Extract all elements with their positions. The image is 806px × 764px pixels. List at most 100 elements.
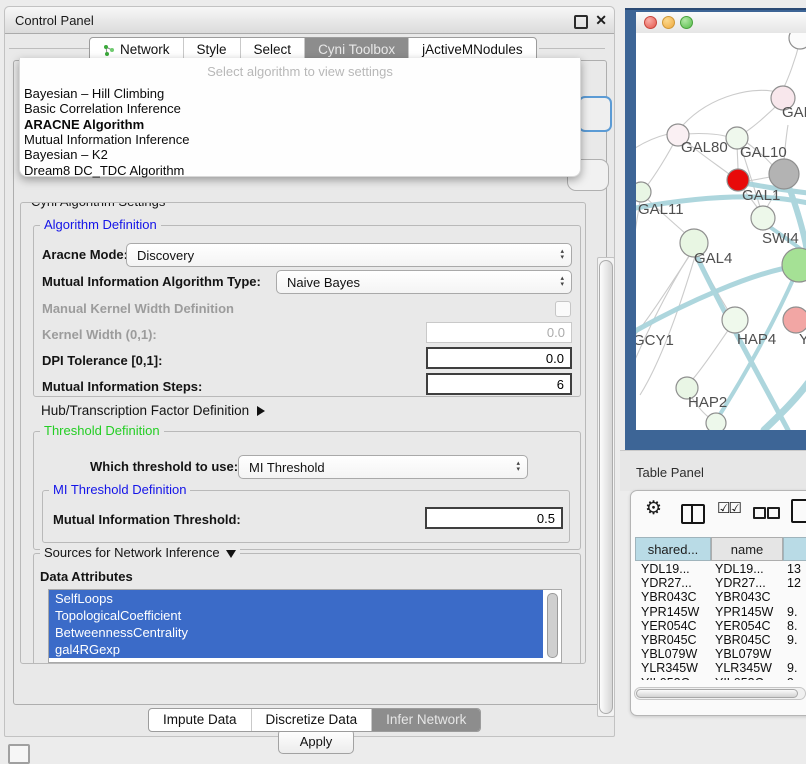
network-node-labels: GAL GAL80 GAL10 GAL1 GAL11 SWI4 GAL4 GCY… (636, 104, 806, 411)
kernel-width-field[interactable]: 0.0 (426, 322, 572, 343)
table-row[interactable]: YER054CYER054C8. (635, 619, 806, 633)
table-row[interactable]: YPR145WYPR145W9. (635, 605, 806, 619)
list-item[interactable]: gal4RGexp (49, 641, 543, 658)
close-traffic-light[interactable] (644, 16, 657, 29)
node-label: Y (799, 331, 806, 348)
manual-kernel-checkbox[interactable] (555, 301, 571, 317)
table-horizontal-scrollbar[interactable] (634, 687, 806, 700)
collapse-arrow-icon (226, 550, 236, 558)
settings-scrollbar[interactable] (597, 257, 615, 717)
hub-factor-expander[interactable]: Hub/Transcription Factor Definition (41, 403, 265, 418)
which-threshold-select[interactable]: MI Threshold ▴▾ (238, 455, 528, 479)
node-label: HAP4 (737, 331, 776, 348)
control-panel-window: Control Panel ✕ Network Style Select Cyn… (4, 6, 615, 737)
mi-steps-label: Mutual Information Steps: (42, 379, 202, 394)
table-row[interactable]: YDL19...YDL19...13 (635, 562, 806, 576)
new-table-icon[interactable] (791, 499, 806, 523)
list-item[interactable]: SelfLoops (49, 590, 543, 607)
network-graph: GAL GAL80 GAL10 GAL1 GAL11 SWI4 GAL4 GCY… (636, 33, 806, 430)
deselect-all-icon[interactable] (767, 507, 780, 519)
network-node[interactable] (789, 33, 806, 49)
mi-threshold-label: Mutual Information Threshold: (53, 512, 241, 527)
table-row[interactable]: YLR345WYLR345W9. (635, 661, 806, 675)
mi-type-select[interactable]: Naive Bayes ▴▾ (276, 270, 572, 294)
algorithm-dropdown-popup: Select algorithm to view settings Bayesi… (19, 58, 581, 177)
tabbar-right-line (539, 48, 605, 49)
cyni-bottom-tabbar: Impute Data Discretize Data Infer Networ… (148, 708, 481, 732)
expander-arrow-icon (257, 406, 265, 416)
obscured-combo-fragment (578, 96, 612, 132)
data-attributes-list: SelfLoops TopologicalCoefficient Between… (48, 589, 562, 663)
network-tab-icon (103, 44, 115, 56)
node-label: GAL1 (742, 187, 780, 204)
algorithm-definition-group: Algorithm Definition Aracne Mode: Discov… (33, 225, 581, 397)
dropdown-prompt: Select algorithm to view settings (20, 64, 580, 79)
node-label: GAL10 (740, 144, 787, 161)
table-panel-window: ⚙ ☑☑ shared... name YDL19...YDL19...13 Y… (630, 490, 806, 716)
dropdown-item[interactable]: Mutual Information Inference (24, 132, 189, 147)
dropdown-item[interactable]: Bayesian – K2 (24, 147, 108, 162)
sources-collapser[interactable]: Sources for Network Inference (40, 545, 240, 560)
dropdown-item[interactable]: Bayesian – Hill Climbing (24, 86, 164, 101)
dpi-tolerance-field[interactable]: 0.0 (426, 347, 572, 369)
tab-discretize-data[interactable]: Discretize Data (251, 709, 372, 731)
table-row[interactable]: YBR045CYBR045C9. (635, 633, 806, 647)
node-label: GAL4 (694, 250, 732, 267)
network-node-hap4[interactable] (722, 307, 748, 333)
tab-infer-network[interactable]: Infer Network (371, 709, 480, 731)
column-header-name[interactable]: name (711, 537, 783, 561)
network-node-swi4[interactable] (751, 206, 775, 230)
network-canvas[interactable]: GAL GAL80 GAL10 GAL1 GAL11 SWI4 GAL4 GCY… (636, 33, 806, 430)
column-view-icon[interactable] (681, 504, 705, 524)
minimize-traffic-light[interactable] (662, 16, 675, 29)
mi-threshold-field[interactable]: 0.5 (425, 507, 563, 529)
list-item[interactable]: TopologicalCoefficient (49, 607, 543, 624)
combo-arrows-icon: ▴▾ (560, 244, 564, 266)
close-window-icon[interactable]: ✕ (595, 12, 607, 29)
threshold-definition-group: Threshold Definition Which threshold to … (33, 431, 581, 550)
network-node-gal11[interactable] (636, 182, 651, 202)
data-attributes-label: Data Attributes (40, 569, 133, 584)
aracne-mode-label: Aracne Mode: (42, 247, 128, 262)
minimized-panel-icon[interactable] (8, 744, 30, 764)
apply-button[interactable]: Apply (278, 729, 354, 754)
tab-impute-data[interactable]: Impute Data (149, 709, 251, 731)
dropdown-item[interactable]: Basic Correlation Inference (24, 101, 181, 116)
network-node[interactable] (706, 413, 726, 430)
node-label: GAL80 (681, 139, 728, 156)
deselect-all-icon[interactable] (753, 507, 766, 519)
table-row[interactable]: YDR27...YDR27...12 (635, 576, 806, 590)
aracne-mode-select[interactable]: Discovery ▴▾ (126, 243, 572, 267)
control-panel-titlebar: Control Panel ✕ (5, 7, 614, 34)
float-window-icon[interactable] (574, 15, 588, 29)
column-header-shared-name[interactable]: shared... (635, 537, 711, 561)
table-panel-title: Table Panel (636, 465, 704, 480)
sources-group: Sources for Network Inference Data Attri… (33, 553, 581, 664)
table-row[interactable]: YBL079WYBL079W (635, 647, 806, 661)
dropdown-item[interactable]: Dream8 DC_TDC Algorithm (24, 163, 184, 178)
settings-scrollbar-thumb[interactable] (599, 260, 613, 714)
manual-kernel-label: Manual Kernel Width Definition (42, 301, 234, 316)
table-row[interactable]: YIL052CYIL052C9 (635, 676, 806, 681)
mi-threshold-definition-group: MI Threshold Definition Mutual Informati… (42, 490, 570, 543)
node-label: HAP2 (688, 394, 727, 411)
select-all-icon[interactable]: ☑☑ (717, 499, 740, 517)
list-scrollbar-thumb[interactable] (547, 593, 558, 658)
network-node[interactable] (769, 159, 799, 189)
table-row[interactable]: YBR043CYBR043C (635, 590, 806, 604)
combo-arrows-icon: ▴▾ (560, 271, 564, 293)
network-view-frame: GAL GAL80 GAL10 GAL1 GAL11 SWI4 GAL4 GCY… (625, 8, 806, 450)
combo-arrows-icon: ▴▾ (516, 456, 520, 478)
column-header-clipped[interactable] (783, 537, 806, 561)
table-scrollbar-thumb[interactable] (636, 689, 798, 698)
network-node[interactable] (783, 307, 806, 333)
list-item[interactable]: BetweennessCentrality (49, 624, 543, 641)
settings-gear-icon[interactable]: ⚙ (645, 497, 662, 520)
mi-threshold-definition-title: MI Threshold Definition (49, 482, 190, 497)
dropdown-item-selected[interactable]: ARACNE Algorithm (24, 117, 144, 132)
network-frame-titlebar[interactable] (636, 12, 806, 33)
network-node[interactable] (782, 248, 806, 282)
zoom-traffic-light[interactable] (680, 16, 693, 29)
mi-steps-field[interactable]: 6 (426, 373, 572, 395)
which-threshold-label: Which threshold to use: (90, 459, 238, 474)
